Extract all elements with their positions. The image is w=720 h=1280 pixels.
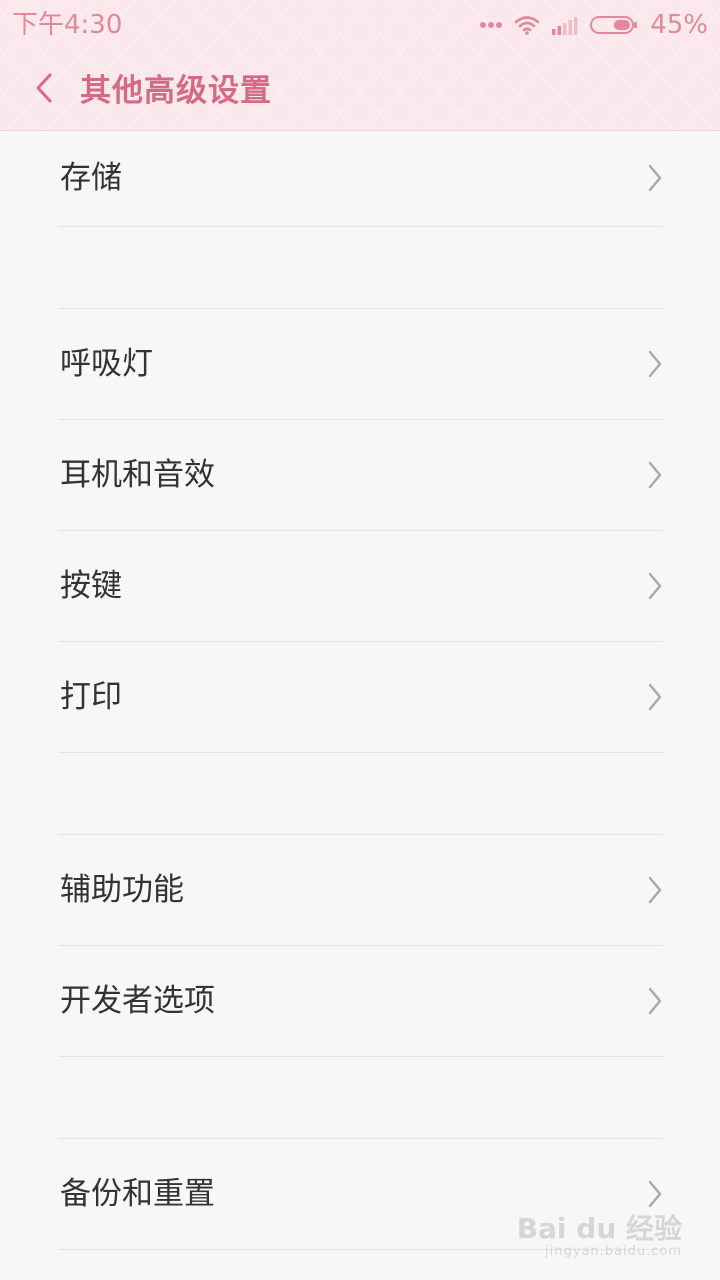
chevron-right-icon <box>647 571 663 601</box>
back-button[interactable] <box>20 64 68 116</box>
chevron-right-icon <box>647 875 663 905</box>
watermark-url: jingyan.baidu.com <box>545 1244 682 1259</box>
chevron-right-icon <box>647 349 663 379</box>
settings-item-headphones-audio[interactable]: 耳机和音效 <box>58 420 663 531</box>
settings-item-breathing-light[interactable]: 呼吸灯 <box>58 309 663 420</box>
battery-percent: 45% <box>650 10 708 40</box>
watermark-brand: Bai du 经验 <box>516 1212 682 1245</box>
settings-item-label: 存储 <box>60 160 122 196</box>
settings-item-label: 开发者选项 <box>60 983 215 1019</box>
settings-item-accessibility[interactable]: 辅助功能 <box>58 835 663 946</box>
chevron-right-icon <box>647 986 663 1016</box>
battery-icon <box>590 15 638 35</box>
settings-item-label: 耳机和音效 <box>60 457 215 493</box>
title-bar: 其他高级设置 <box>0 50 720 130</box>
chevron-right-icon <box>647 460 663 490</box>
chevron-left-icon <box>35 73 53 107</box>
settings-item-storage[interactable]: 存储 <box>58 130 663 227</box>
settings-item-label: 呼吸灯 <box>60 346 153 382</box>
page-title: 其他高级设置 <box>80 73 272 109</box>
settings-item-label: 打印 <box>60 679 122 715</box>
chevron-right-icon <box>647 163 663 193</box>
chevron-right-icon <box>647 1179 663 1209</box>
settings-item-label: 按键 <box>60 568 122 604</box>
settings-item-label: 备份和重置 <box>60 1176 215 1212</box>
settings-item-label: 辅助功能 <box>60 872 184 908</box>
settings-item-printing[interactable]: 打印 <box>58 642 663 753</box>
more-dots-icon <box>480 21 503 29</box>
settings-item-developer-options[interactable]: 开发者选项 <box>58 946 663 1057</box>
status-time: 下午4:30 <box>12 10 123 40</box>
status-bar: 下午4:30 45% <box>0 0 720 50</box>
status-icons: 45% <box>480 8 708 42</box>
wifi-icon <box>514 15 540 35</box>
header: 下午4:30 45% 其他高级设置 <box>0 0 720 131</box>
signal-icon <box>552 15 578 35</box>
baidu-jingyan-watermark: Bai du 经验 jingyan.baidu.com <box>517 1214 682 1260</box>
chevron-right-icon <box>647 682 663 712</box>
settings-item-buttons[interactable]: 按键 <box>58 531 663 642</box>
